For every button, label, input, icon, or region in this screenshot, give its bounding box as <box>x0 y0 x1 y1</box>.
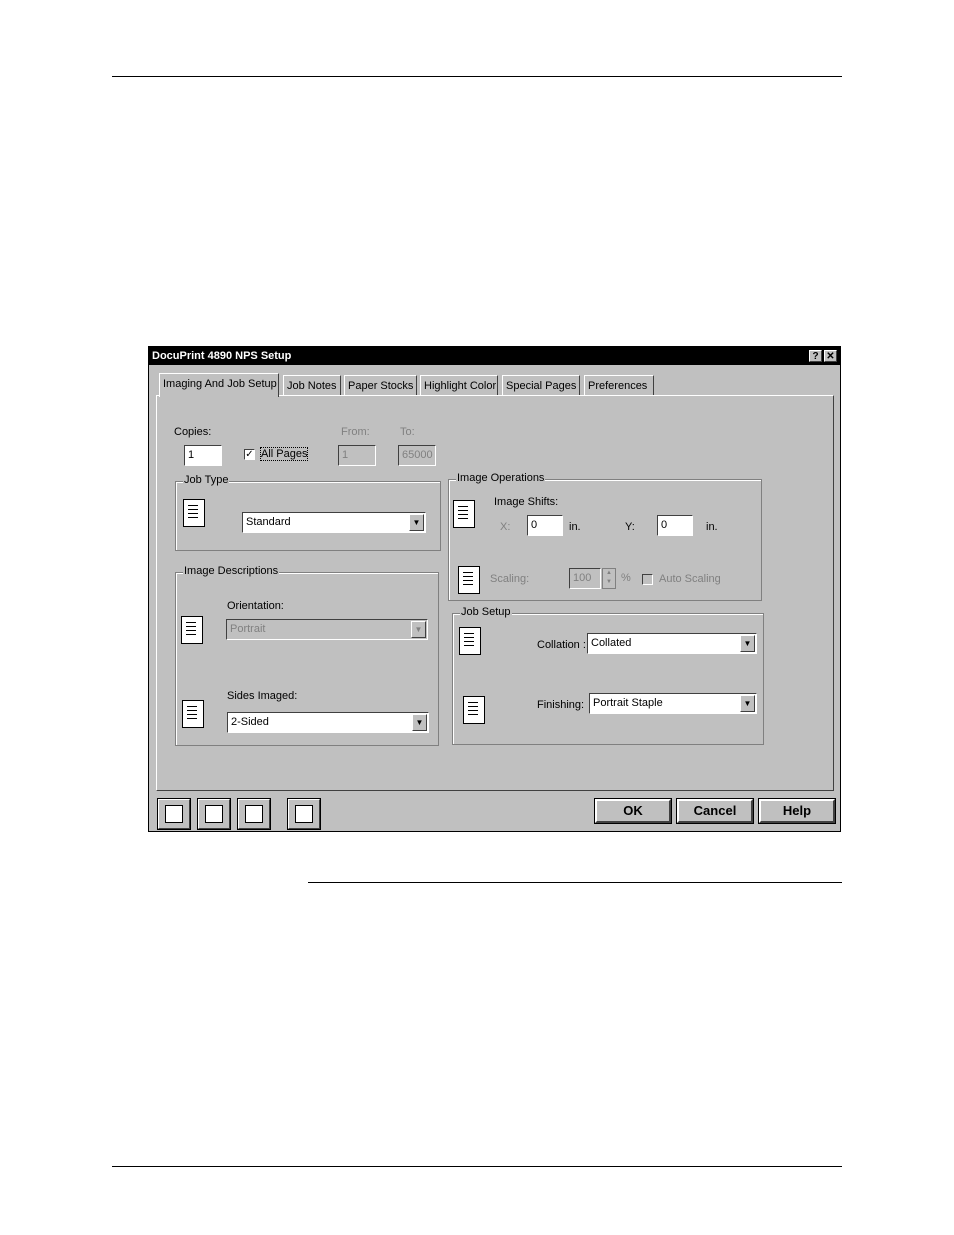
image-operations-title: Image Operations <box>456 472 546 484</box>
help-button[interactable]: Help <box>759 799 835 823</box>
x-unit-label: in. <box>569 521 581 533</box>
x-shift-label: X: <box>500 521 511 533</box>
duplex-icon <box>182 700 204 728</box>
auto-scaling-checkbox[interactable] <box>642 574 653 585</box>
chevron-down-icon[interactable]: ▼ <box>740 695 755 712</box>
from-label: From: <box>341 426 370 438</box>
orientation-select[interactable]: Portrait ▼ <box>226 619 428 640</box>
open-folder-icon[interactable] <box>238 799 270 829</box>
all-pages-label: All Pages <box>259 447 309 461</box>
job-setup-title: Job Setup <box>460 606 512 618</box>
collation-select[interactable]: Collated ▼ <box>587 633 757 654</box>
all-pages-checkbox[interactable]: ✓ <box>244 449 255 460</box>
from-input[interactable]: 1 <box>338 445 376 466</box>
tab-highlight-color[interactable]: Highlight Color <box>420 375 498 395</box>
collation-icon <box>459 627 481 655</box>
chevron-down-icon[interactable]: ▼ <box>411 621 426 638</box>
collation-label: Collation : <box>537 639 586 651</box>
setup-dialog: DocuPrint 4890 NPS Setup ? ✕ Imaging And… <box>148 346 841 832</box>
orientation-label: Orientation: <box>227 600 284 612</box>
export-icon[interactable] <box>288 799 320 829</box>
image-descriptions-title: Image Descriptions <box>183 565 280 577</box>
caption-rule <box>308 882 842 883</box>
job-setup-group: Job Setup Collation : Collated ▼ Finishi… <box>452 606 764 745</box>
chevron-down-icon[interactable]: ▼ <box>740 635 755 652</box>
window-title: DocuPrint 4890 NPS Setup <box>152 350 292 362</box>
title-bar: DocuPrint 4890 NPS Setup ? ✕ <box>149 347 840 365</box>
finishing-icon <box>463 696 485 724</box>
orientation-icon <box>181 616 203 644</box>
to-input[interactable]: 65000 <box>398 445 436 466</box>
scaling-spinner[interactable]: ▲ ▼ <box>602 568 616 589</box>
copies-label: Copies: <box>174 426 212 438</box>
job-type-icon <box>183 499 205 527</box>
y-unit-label: in. <box>706 521 718 533</box>
y-shift-input[interactable]: 0 <box>657 515 693 536</box>
printer-setup-icon[interactable] <box>158 799 190 829</box>
cancel-button[interactable]: Cancel <box>677 799 753 823</box>
job-type-title: Job Type <box>183 474 230 486</box>
collation-value: Collated <box>591 637 632 649</box>
finishing-value: Portrait Staple <box>593 697 663 709</box>
job-type-select[interactable]: Standard ▼ <box>242 512 426 533</box>
tab-paper-stocks[interactable]: Paper Stocks <box>344 375 417 395</box>
image-descriptions-group: Image Descriptions Orientation: Portrait… <box>175 565 439 746</box>
image-shifts-label: Image Shifts: <box>494 496 559 508</box>
scaling-label: Scaling: <box>490 573 530 585</box>
finishing-select[interactable]: Portrait Staple ▼ <box>589 693 757 714</box>
ok-button[interactable]: OK <box>595 799 671 823</box>
sides-imaged-value: 2-Sided <box>231 716 269 728</box>
scaling-input[interactable]: 100 <box>569 568 601 589</box>
tab-job-notes[interactable]: Job Notes <box>283 375 341 395</box>
tab-preferences[interactable]: Preferences <box>584 375 654 395</box>
close-button[interactable]: ✕ <box>824 350 837 362</box>
x-shift-input[interactable]: 0 <box>527 515 563 536</box>
help-title-button[interactable]: ? <box>809 350 822 362</box>
tab-special-pages[interactable]: Special Pages <box>502 375 580 395</box>
save-icon[interactable] <box>198 799 230 829</box>
image-shift-icon <box>453 500 475 528</box>
chevron-down-icon[interactable]: ▼ <box>409 514 424 531</box>
finishing-label: Finishing: <box>537 699 585 711</box>
scaling-icon <box>458 566 480 594</box>
chevron-down-icon[interactable]: ▼ <box>412 714 427 731</box>
job-type-value: Standard <box>246 516 291 528</box>
sides-imaged-label: Sides Imaged: <box>227 690 298 702</box>
image-operations-group: Image Operations Image Shifts: X: 0 in. … <box>448 472 762 601</box>
job-type-group: Job Type Standard ▼ <box>175 474 441 551</box>
auto-scaling-label: Auto Scaling <box>659 573 721 585</box>
tab-panel: Copies: 1 ✓ All Pages From: 1 To: 65000 … <box>156 395 834 791</box>
tab-imaging-and-job-setup[interactable]: Imaging And Job Setup <box>159 373 279 397</box>
to-label: To: <box>400 426 415 438</box>
sides-imaged-select[interactable]: 2-Sided ▼ <box>227 712 429 733</box>
copies-input[interactable]: 1 <box>184 445 222 466</box>
y-shift-label: Y: <box>625 521 635 533</box>
bottom-rule <box>112 1166 842 1167</box>
top-rule <box>112 76 842 77</box>
scaling-unit-label: % <box>621 572 631 584</box>
orientation-value: Portrait <box>230 623 266 635</box>
